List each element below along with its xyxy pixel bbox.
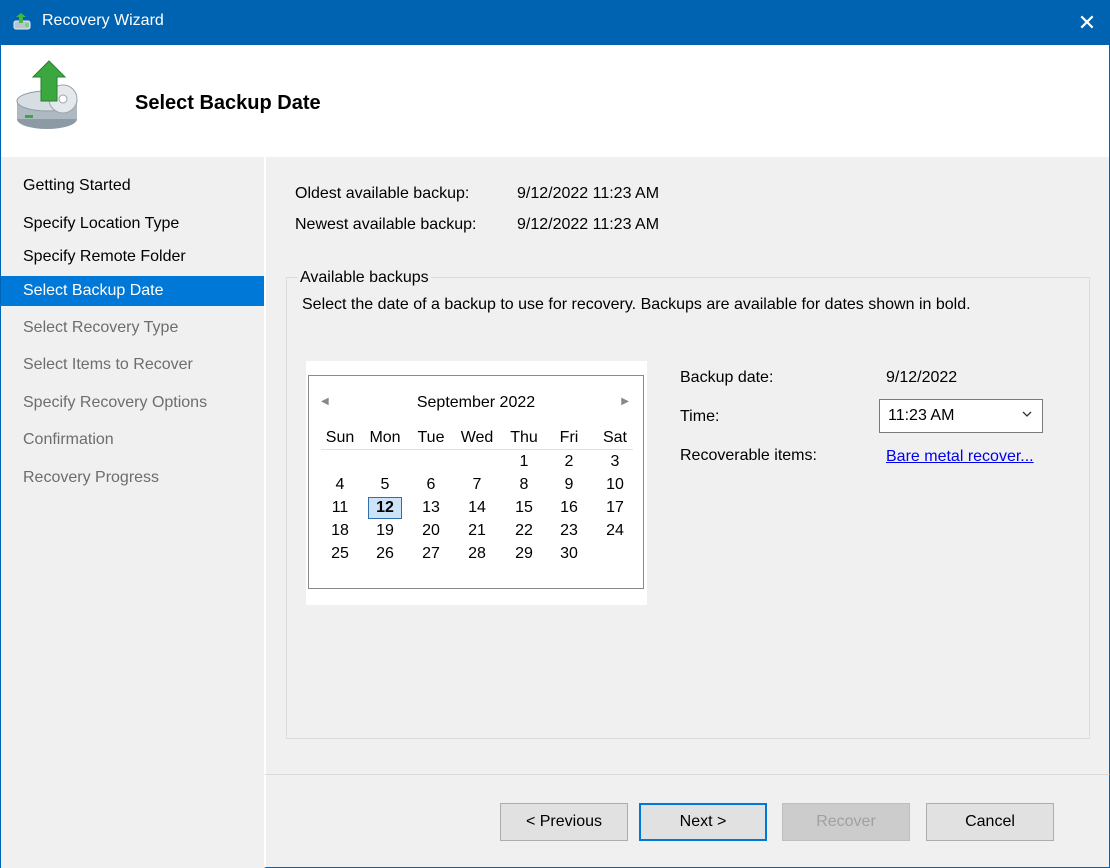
calendar-day[interactable]: 30 xyxy=(546,543,592,565)
calendar-day[interactable]: 20 xyxy=(408,520,454,542)
calendar-day[interactable]: 18 xyxy=(317,520,363,542)
time-dropdown-value: 11:23 AM xyxy=(888,407,955,424)
calendar-day[interactable]: 24 xyxy=(592,520,638,542)
calendar-month-label[interactable]: September 2022 xyxy=(309,394,643,412)
calendar-day[interactable]: 6 xyxy=(408,474,454,496)
step-recovery-progress: Recovery Progress xyxy=(23,469,160,486)
calendar-day[interactable]: 22 xyxy=(501,520,547,542)
next-month-icon[interactable]: ▶ xyxy=(621,396,629,407)
main-panel: Oldest available backup: 9/12/2022 11:23… xyxy=(264,157,1110,774)
calendar-day[interactable]: 16 xyxy=(546,497,592,519)
backup-date-label: Backup date: xyxy=(680,369,774,386)
previous-button[interactable]: < Previous xyxy=(500,803,628,841)
month-calendar[interactable]: ◀ September 2022 ▶ Sun Mon Tue Wed Thu Fri Sat… xyxy=(308,375,644,589)
calendar-day[interactable]: 2 xyxy=(546,451,592,473)
calendar-day[interactable]: 12 xyxy=(362,497,408,519)
recover-button: Recover xyxy=(782,803,910,841)
calendar-day[interactable]: 9 xyxy=(546,474,592,496)
calendar-day[interactable]: 19 xyxy=(362,520,408,542)
weekday-header-mon: Mon xyxy=(369,429,401,446)
step-confirmation: Confirmation xyxy=(23,431,114,448)
calendar-day[interactable]: 15 xyxy=(501,497,547,519)
calendar-day[interactable]: 17 xyxy=(592,497,638,519)
time-label: Time: xyxy=(680,408,720,425)
button-bar: < Previous Next > Recover Cancel xyxy=(264,774,1110,868)
cancel-button[interactable]: Cancel xyxy=(926,803,1054,841)
calendar-container: ◀ September 2022 ▶ Sun Mon Tue Wed Thu Fri Sat… xyxy=(306,361,647,605)
calendar-day[interactable]: 11 xyxy=(317,497,363,519)
weekday-header-fri: Fri xyxy=(559,429,579,446)
step-select-items-to-recover: Select Items to Recover xyxy=(23,356,193,373)
weekday-header-wed: Wed xyxy=(460,429,494,446)
calendar-day[interactable]: 4 xyxy=(317,474,363,496)
calendar-day[interactable]: 27 xyxy=(408,543,454,565)
oldest-backup-label: Oldest available backup: xyxy=(295,185,470,202)
backup-wizard-icon xyxy=(13,13,31,30)
close-icon[interactable]: ✕ xyxy=(1064,0,1110,45)
calendar-day[interactable]: 5 xyxy=(362,474,408,496)
recoverable-items-label: Recoverable items: xyxy=(680,447,817,464)
backup-date-value: 9/12/2022 xyxy=(886,369,958,386)
calendar-day[interactable]: 26 xyxy=(362,543,408,565)
calendar-day[interactable]: 1 xyxy=(501,451,547,473)
title-bar: Recovery Wizard ✕ xyxy=(0,0,1110,45)
wizard-header: Select Backup Date xyxy=(0,45,1110,157)
weekday-header-thu: Thu xyxy=(510,429,538,446)
calendar-day[interactable]: 8 xyxy=(501,474,547,496)
calendar-day[interactable]: 10 xyxy=(592,474,638,496)
calendar-day[interactable]: 3 xyxy=(592,451,638,473)
oldest-backup-value: 9/12/2022 11:23 AM xyxy=(517,185,660,202)
calendar-day[interactable]: 13 xyxy=(408,497,454,519)
weekday-header-tue: Tue xyxy=(417,429,445,446)
weekday-header-sat: Sat xyxy=(602,429,627,446)
page-title: Select Backup Date xyxy=(135,92,321,114)
step-specify-recovery-options: Specify Recovery Options xyxy=(23,394,208,411)
newest-backup-value: 9/12/2022 11:23 AM xyxy=(517,216,660,233)
step-getting-started[interactable]: Getting Started xyxy=(1,171,264,201)
calendar-day[interactable]: 29 xyxy=(501,543,547,565)
time-dropdown[interactable]: 11:23 AM xyxy=(879,399,1043,433)
wizard-steps-sidebar: Getting Started Specify Location Type Sp… xyxy=(0,157,264,868)
calendar-day[interactable]: 25 xyxy=(317,543,363,565)
weekday-header-sun: Sun xyxy=(325,429,355,446)
next-button[interactable]: Next > xyxy=(639,803,767,841)
newest-backup-label: Newest available backup: xyxy=(295,216,477,233)
window-title: Recovery Wizard xyxy=(42,12,164,29)
calendar-day[interactable]: 23 xyxy=(546,520,592,542)
step-specify-remote-folder[interactable]: Specify Remote Folder xyxy=(1,242,264,272)
calendar-day[interactable]: 28 xyxy=(454,543,500,565)
step-select-backup-date[interactable]: Select Backup Date xyxy=(1,276,264,306)
step-specify-location-type[interactable]: Specify Location Type xyxy=(1,209,264,239)
step-select-recovery-type: Select Recovery Type xyxy=(23,319,179,336)
disk-restore-icon xyxy=(16,60,78,129)
calendar-day[interactable]: 21 xyxy=(454,520,500,542)
calendar-day[interactable]: 14 xyxy=(454,497,500,519)
available-backups-description: Select the date of a backup to use for r… xyxy=(302,296,971,313)
calendar-divider xyxy=(321,449,633,450)
chevron-down-icon xyxy=(1022,411,1032,417)
calendar-day[interactable]: 7 xyxy=(454,474,500,496)
recoverable-items-link[interactable]: Bare metal recover... xyxy=(886,448,1034,466)
available-backups-title: Available backups xyxy=(298,269,431,287)
